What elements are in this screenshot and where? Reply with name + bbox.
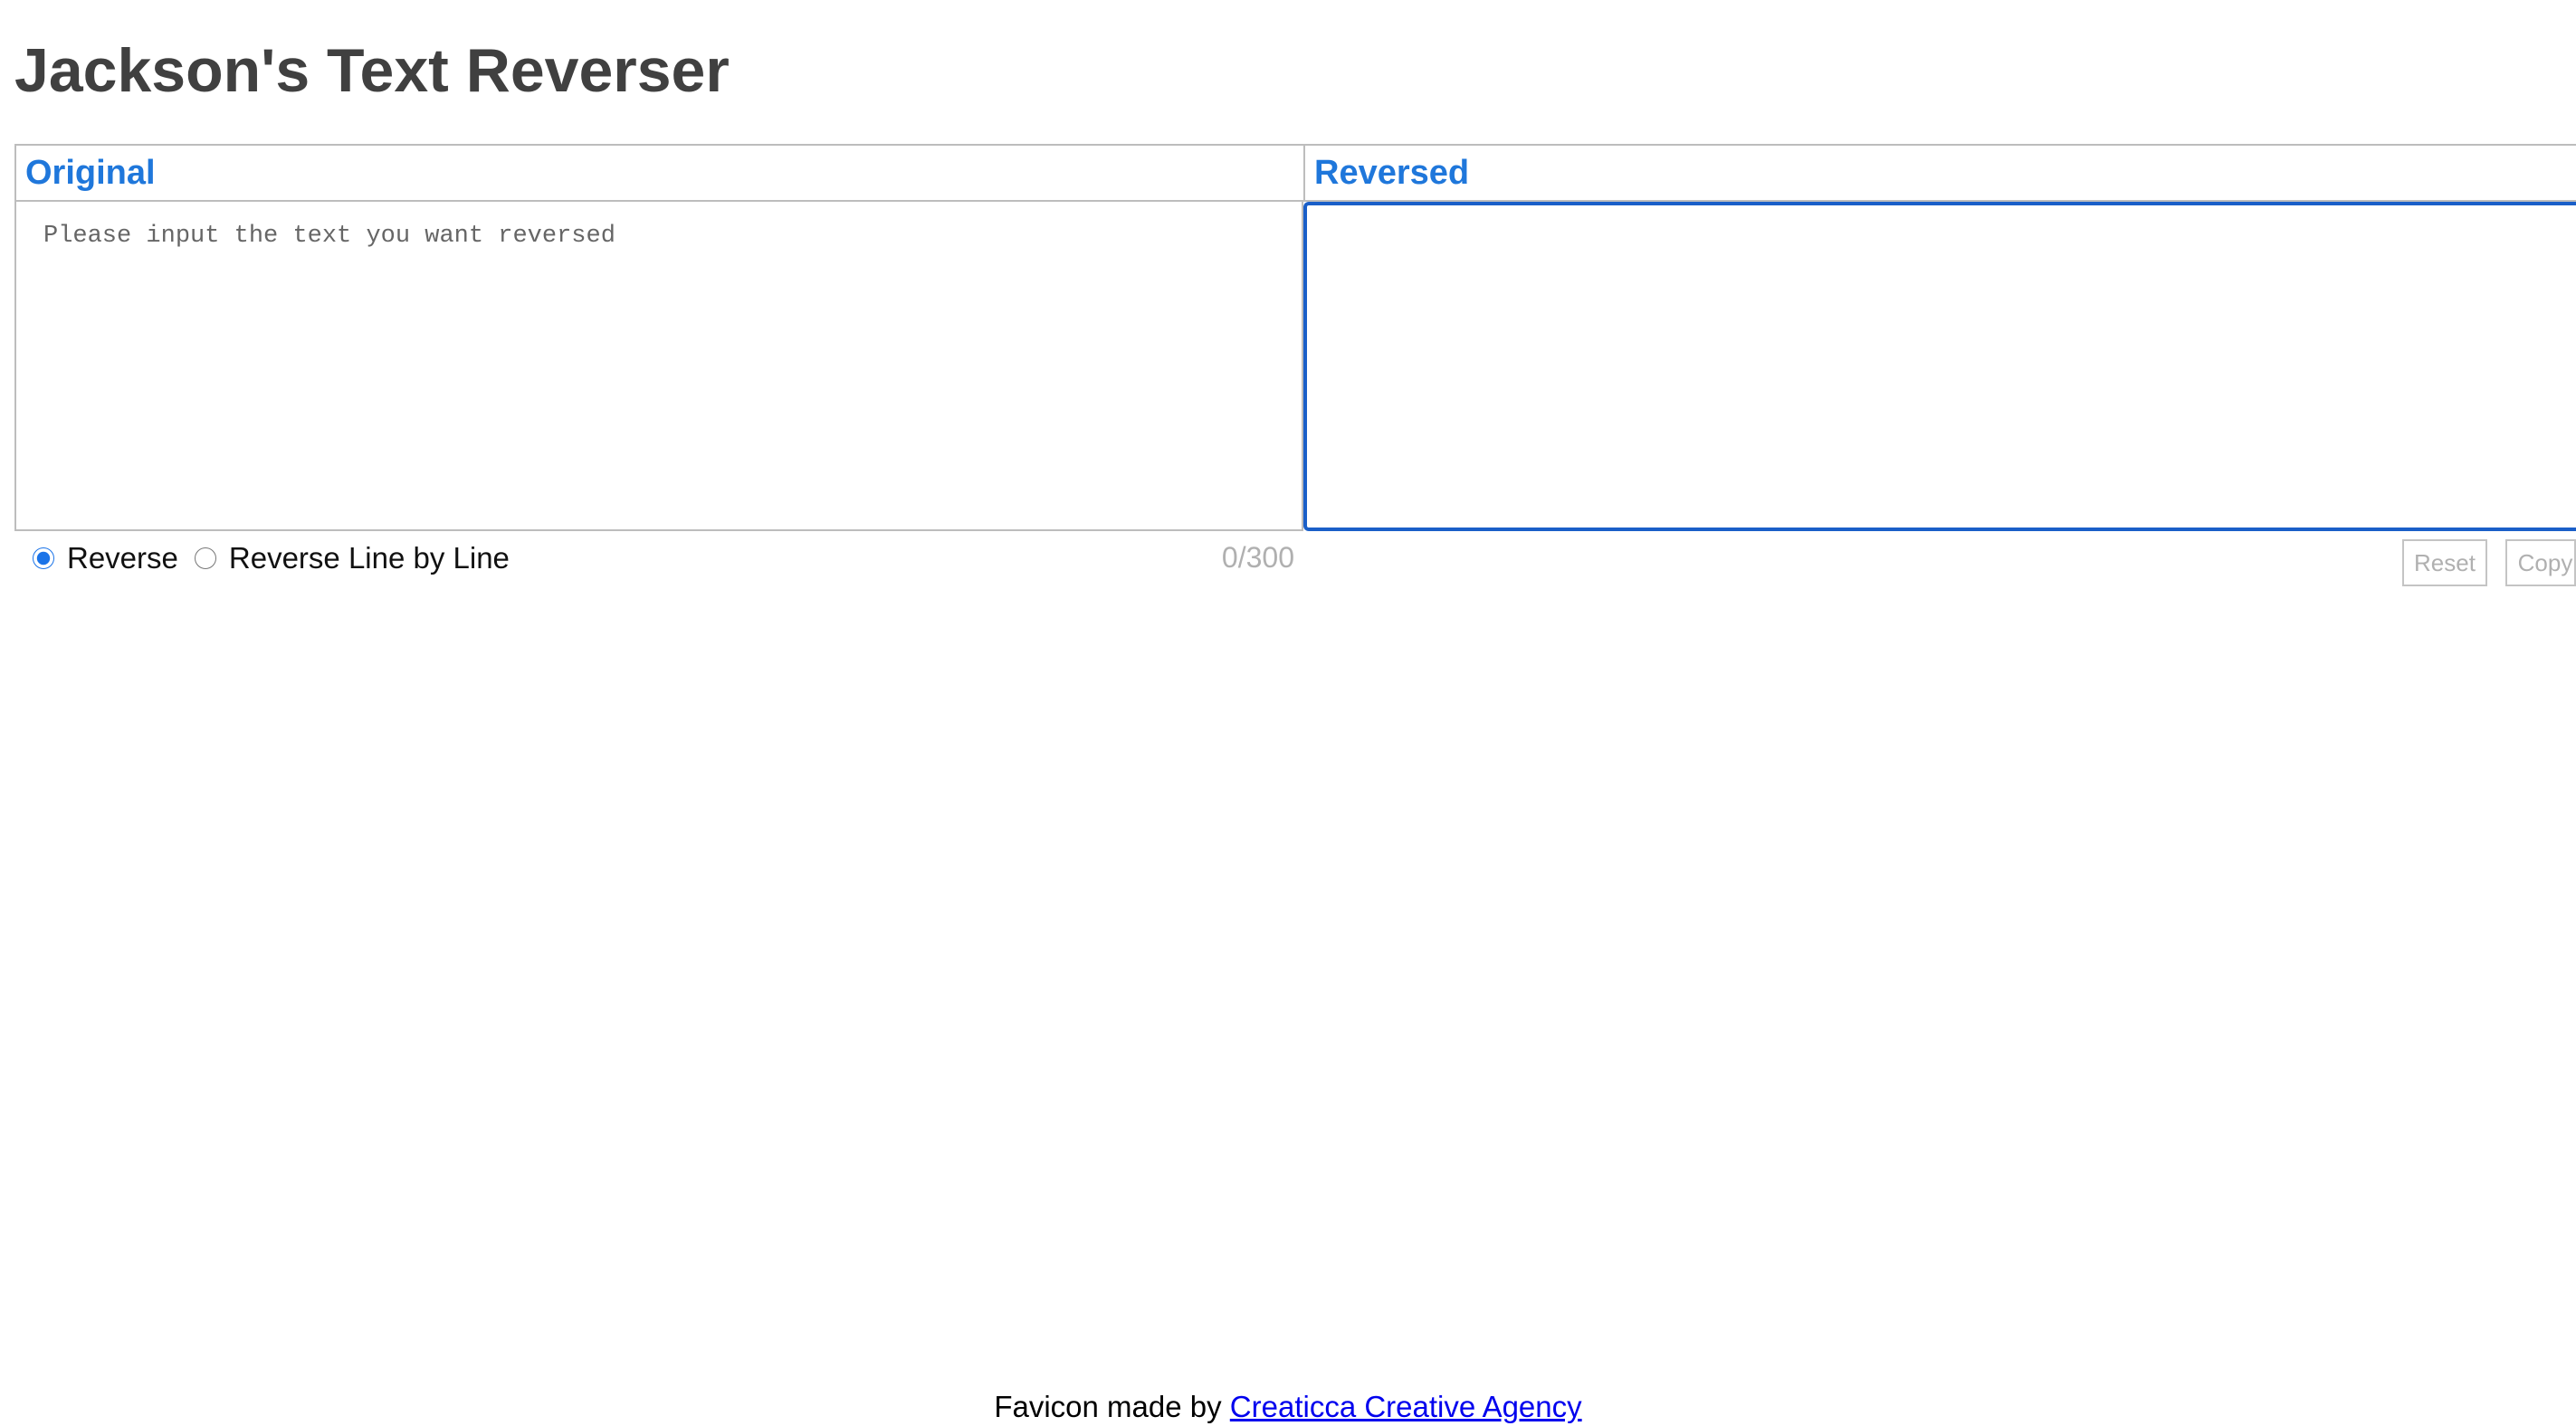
original-text-input[interactable] bbox=[14, 202, 1303, 531]
reverse-line-by-line-radio-label[interactable]: Reverse Line by Line bbox=[229, 541, 510, 575]
page-title: Jackson's Text Reverser bbox=[14, 36, 730, 105]
mode-radio-group: Reverse Reverse Line by Line bbox=[33, 541, 526, 575]
mode-controls: Reverse Reverse Line by Line 0/300 bbox=[14, 534, 1303, 588]
reverse-radio-label[interactable]: Reverse bbox=[67, 541, 178, 575]
reverse-line-by-line-radio[interactable] bbox=[194, 547, 216, 569]
reversed-panel: Reversed bbox=[1303, 144, 2576, 531]
reversed-text-output[interactable] bbox=[1303, 202, 2576, 531]
original-panel: Original bbox=[14, 144, 1303, 531]
reverse-radio[interactable] bbox=[33, 547, 54, 569]
footer: Favicon made by Creaticca Creative Agenc… bbox=[0, 1390, 2576, 1424]
creaticca-link[interactable]: Creaticca Creative Agency bbox=[1230, 1390, 1582, 1423]
page: Jackson's Text Reverser Original Reverse… bbox=[0, 0, 2576, 1426]
reversed-panel-header: Reversed bbox=[1303, 144, 2576, 202]
original-panel-header: Original bbox=[14, 144, 1303, 202]
copy-button[interactable]: Copy bbox=[2505, 539, 2576, 586]
footer-credit-text: Favicon made by bbox=[994, 1390, 1222, 1423]
reset-button[interactable]: Reset bbox=[2402, 539, 2487, 586]
character-counter: 0/300 bbox=[1221, 541, 1294, 574]
